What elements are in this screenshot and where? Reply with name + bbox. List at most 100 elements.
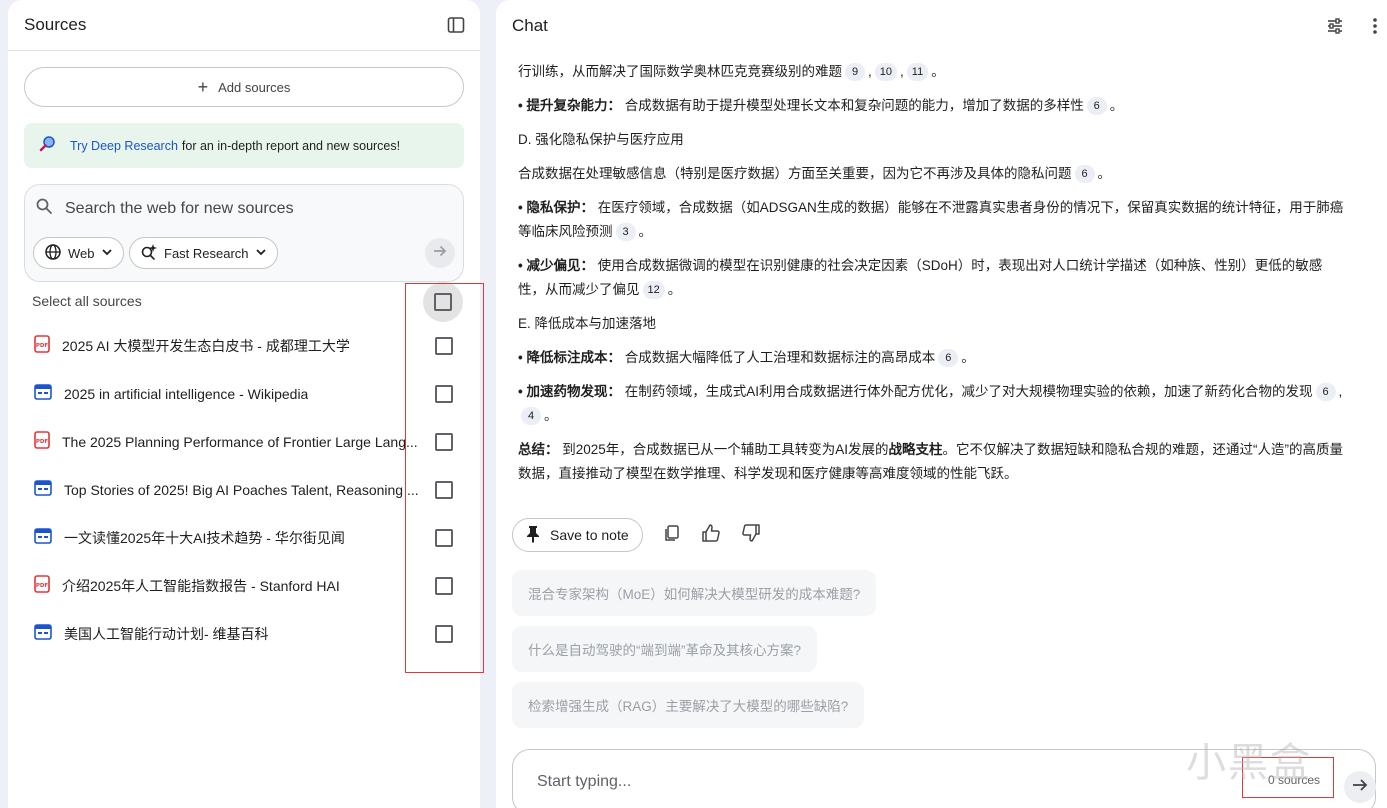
chat-panel: Chat 行训练，从而解决了国际数学奥林匹克竞赛级别的难题 9, 10, 11。 • … — [496, 0, 1387, 808]
research-mode-dropdown[interactable]: Fast Research — [129, 237, 278, 269]
suggested-question[interactable]: 什么是自动驾驶的“端到端”革命及其核心方案? — [512, 626, 817, 672]
citation-badge[interactable]: 10 — [874, 63, 898, 81]
source-checkbox[interactable] — [435, 385, 453, 403]
collapse-panel-icon[interactable] — [440, 9, 472, 41]
save-to-note-button[interactable]: Save to note — [512, 518, 643, 552]
chevron-down-icon — [101, 246, 113, 261]
citation-badge[interactable]: 4 — [521, 407, 541, 425]
source-checkbox[interactable] — [435, 529, 453, 547]
paragraph-end: 。 — [961, 350, 975, 365]
sources-title: Sources — [24, 15, 87, 34]
web-source-dropdown[interactable]: Web — [33, 237, 124, 269]
chat-header: Chat — [496, 0, 1387, 51]
search-input[interactable]: Search the web for new sources — [65, 200, 294, 218]
svg-text:PDF: PDF — [36, 343, 49, 349]
paragraph-end: 。 — [1097, 166, 1112, 181]
section-heading: E. 降低成本与加速落地 — [518, 316, 657, 331]
suggested-question[interactable]: 检索增强生成（RAG）主要解决了大模型的哪些缺陷? — [512, 682, 865, 728]
citation-badge[interactable]: 6 — [1086, 97, 1107, 115]
web-page-icon — [34, 479, 52, 501]
paragraph-text: 在制药领域，生成式AI利用合成数据进行体外配方优化，减少了对大规模物理实验的依赖… — [620, 384, 1313, 399]
source-title: 介绍2025年人工智能指数报告 - Stanford HAI — [62, 578, 340, 594]
list-item[interactable]: 2025 in artificial intelligence - Wikipe… — [8, 370, 480, 418]
list-item[interactable]: 一文读懂2025年十大AI技术趋势 - 华尔街见闻 — [8, 514, 480, 562]
select-all-label: Select all sources — [32, 293, 142, 309]
chat-title: Chat — [512, 15, 548, 35]
source-title: 2025 AI 大模型开发生态白皮书 - 成都理工大学 — [62, 338, 350, 354]
source-checkbox[interactable] — [435, 577, 453, 595]
svg-text:PDF: PDF — [36, 583, 49, 589]
citation-badge[interactable]: 3 — [615, 223, 636, 241]
citation-badge[interactable]: 11 — [906, 63, 929, 81]
web-page-icon — [34, 623, 52, 645]
paragraph-end: 。 — [931, 64, 945, 79]
response-paragraph: 合成数据在处理敏感信息（特别是医疗数据）方面至关重要，因为它不再涉及具体的隐私问… — [518, 162, 1348, 186]
response-paragraph: • 降低标注成本： 合成数据大幅降低了人工治理和数据标注的高昂成本 6。 — [518, 346, 1348, 370]
tune-settings-icon[interactable] — [1319, 10, 1351, 42]
bullet-heading: • 减少偏见： — [518, 258, 594, 273]
suggested-question[interactable]: 混合专家架构（MoE）如何解决大模型研发的成本难题? — [512, 570, 877, 616]
web-page-icon — [34, 383, 52, 405]
source-title: Top Stories of 2025! Big AI Poaches Tale… — [64, 482, 419, 498]
list-item[interactable]: PDF 2025 AI 大模型开发生态白皮书 - 成都理工大学 — [8, 322, 480, 370]
chat-response: 行训练，从而解决了国际数学奥林匹克竞赛级别的难题 9, 10, 11。 • 提升复杂能… — [518, 60, 1348, 496]
summary-heading: 总结： — [518, 442, 559, 457]
response-actions: Save to note — [512, 518, 761, 552]
chat-composer[interactable]: Start typing... 0 sources — [512, 749, 1376, 808]
bullet-heading: • 降低标注成本： — [518, 350, 621, 365]
deep-research-banner: Try Deep Research for an in-depth report… — [24, 123, 464, 168]
search-icon — [35, 197, 53, 220]
source-count-badge: 0 sources — [1268, 773, 1321, 787]
list-item[interactable]: PDF 介绍2025年人工智能指数报告 - Stanford HAI — [8, 562, 480, 610]
more-vert-icon[interactable] — [1359, 10, 1387, 42]
bullet-heading: • 提升复杂能力： — [518, 98, 621, 113]
chat-input[interactable]: Start typing... — [537, 773, 631, 791]
save-to-note-label: Save to note — [550, 527, 629, 543]
emphasis-text: 战略支柱 — [888, 442, 943, 457]
pdf-icon: PDF — [34, 334, 50, 358]
response-paragraph: 行训练，从而解决了国际数学奥林匹克竞赛级别的难题 9, 10, 11。 — [518, 63, 945, 81]
deep-research-link[interactable]: Try Deep Research — [70, 139, 178, 153]
thumbs-up-icon[interactable] — [701, 523, 721, 548]
paragraph-text: 行训练，从而解决了国际数学奥林匹克竞赛级别的难题 — [518, 64, 842, 79]
pdf-icon: PDF — [34, 574, 50, 598]
thumbs-down-icon[interactable] — [741, 523, 761, 548]
bullet-heading: • 隐私保护： — [518, 200, 594, 215]
citation-badge[interactable]: 9 — [845, 63, 865, 81]
web-chip-label: Web — [68, 245, 95, 261]
source-list: PDF 2025 AI 大模型开发生态白皮书 - 成都理工大学 2025 in … — [8, 322, 480, 658]
citation-badge[interactable]: 6 — [1315, 383, 1336, 401]
source-checkbox[interactable] — [435, 625, 453, 643]
citation-badge[interactable]: 12 — [642, 281, 665, 299]
copy-icon[interactable] — [663, 524, 681, 547]
paragraph-text: 合成数据大幅降低了人工治理和数据标注的高昂成本 — [620, 350, 936, 365]
add-sources-label: Add sources — [218, 79, 291, 95]
sources-header: Sources — [8, 0, 480, 51]
select-all-checkbox[interactable] — [423, 282, 463, 322]
add-sources-button[interactable]: + Add sources — [24, 67, 464, 107]
citation-badge[interactable]: 6 — [938, 349, 959, 367]
globe-icon — [44, 243, 62, 264]
response-paragraph: • 加速药物发现： 在制药领域，生成式AI利用合成数据进行体外配方优化，减少了对… — [518, 383, 1343, 425]
paragraph-text: 使用合成数据微调的模型在识别健康的社会决定因素（SDoH）时，表现出对人口统计学… — [518, 258, 1323, 297]
search-submit-button[interactable] — [425, 238, 455, 268]
citation-badge[interactable]: 6 — [1074, 165, 1095, 183]
bullet-heading: • 加速药物发现： — [518, 384, 621, 399]
checkbox-box — [434, 293, 452, 311]
source-checkbox[interactable] — [435, 433, 453, 451]
web-page-icon — [34, 527, 52, 549]
paragraph-end: 。 — [1109, 98, 1124, 113]
paragraph-end: 。 — [544, 408, 558, 423]
send-button[interactable] — [1344, 771, 1376, 803]
plus-icon: + — [197, 77, 209, 97]
arrow-right-icon — [1351, 776, 1369, 799]
source-checkbox[interactable] — [435, 481, 453, 499]
source-checkbox[interactable] — [435, 337, 453, 355]
paragraph-text: 合成数据在处理敏感信息（特别是医疗数据）方面至关重要，因为它不再涉及具体的隐私问… — [518, 166, 1072, 181]
paragraph-end: 。 — [667, 282, 682, 297]
source-title: 2025 in artificial intelligence - Wikipe… — [64, 386, 309, 402]
paragraph-text: 到2025年，合成数据已从一个辅助工具转变为AI发展的 — [558, 442, 889, 457]
list-item[interactable]: PDF The 2025 Planning Performance of Fro… — [8, 418, 480, 466]
list-item[interactable]: Top Stories of 2025! Big AI Poaches Tale… — [8, 466, 480, 514]
list-item[interactable]: 美国人工智能行动计划- 维基百科 — [8, 610, 480, 658]
